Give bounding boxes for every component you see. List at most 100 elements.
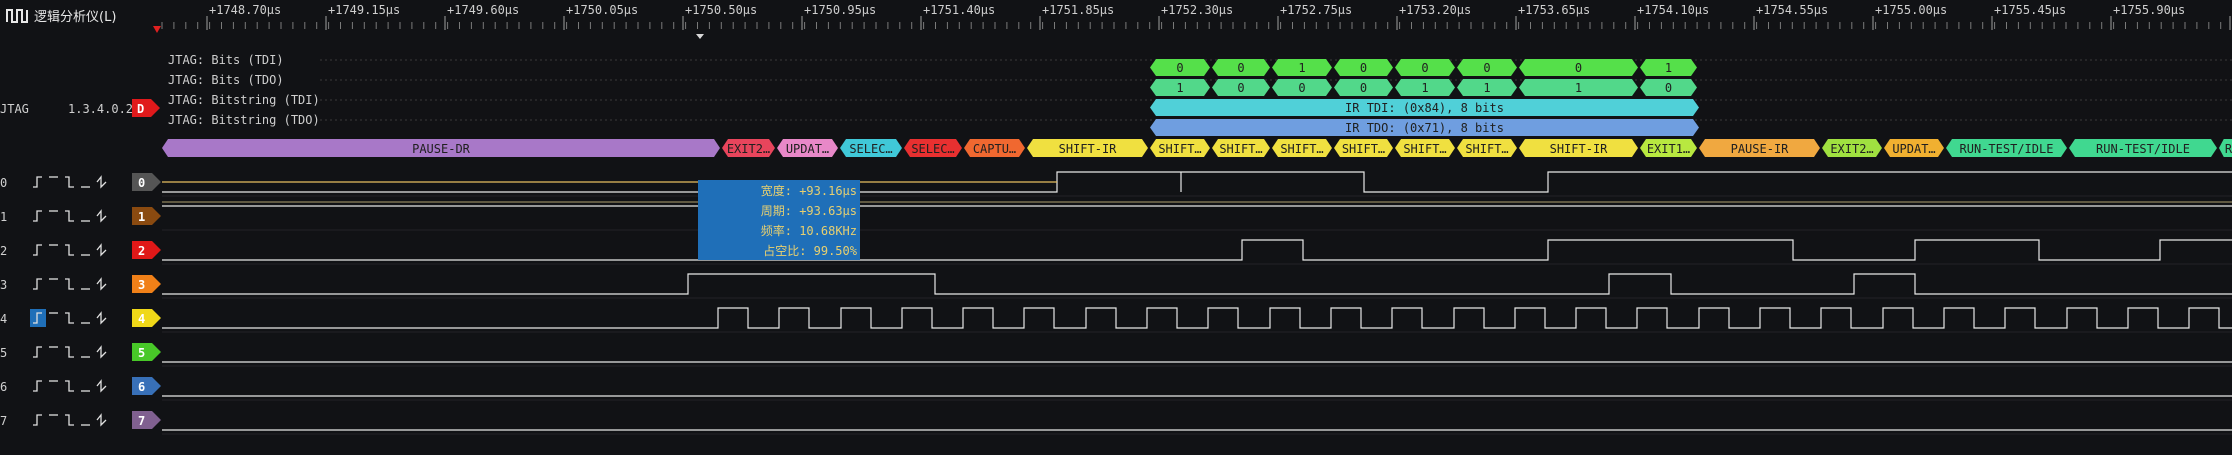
tdi-bit[interactable]: 1: [1640, 59, 1697, 76]
tdo-bit[interactable]: 0: [1640, 79, 1697, 96]
any-edge-icon[interactable]: [96, 311, 107, 325]
jtag-state[interactable]: EXIT1…: [1640, 139, 1697, 157]
jtag-state[interactable]: UPDAT…: [777, 139, 838, 157]
rising-edge-icon[interactable]: [33, 346, 42, 358]
jtag-state[interactable]: PAUSE-DR: [162, 139, 720, 157]
tdi-bit[interactable]: 0: [1334, 59, 1393, 76]
channel-tag[interactable]: [132, 343, 161, 361]
channel-tag[interactable]: [132, 411, 161, 429]
channel-tag-label: 7: [138, 414, 145, 428]
trigger-selector[interactable]: [33, 243, 107, 257]
tdi-bit[interactable]: 0: [1150, 59, 1210, 76]
tdi-bit[interactable]: 0: [1212, 59, 1270, 76]
falling-edge-icon[interactable]: [65, 244, 74, 256]
tdo-bit[interactable]: 1: [1395, 79, 1455, 96]
rising-edge-icon[interactable]: [33, 176, 42, 188]
jtag-state[interactable]: RUN-TEST/IDLE: [2069, 139, 2217, 157]
cursor-marker-icon[interactable]: [153, 26, 161, 33]
channel-index: 2: [0, 244, 7, 258]
channel-tag[interactable]: [132, 309, 161, 327]
channel-2-trace[interactable]: [162, 239, 2232, 261]
rising-edge-icon[interactable]: [33, 278, 42, 290]
jtag-state[interactable]: SHIFT-IR: [1519, 139, 1638, 157]
tdi-bit[interactable]: 0: [1457, 59, 1517, 76]
jtag-state-label: RUN-TEST/IDLE: [2096, 142, 2190, 156]
tdo-bit[interactable]: 0: [1334, 79, 1393, 96]
jtag-decoder-group[interactable]: JTAG 1.3.4.0.2 D JTAG: Bits (TDI) JTAG: Bits…: [0, 53, 2232, 127]
time-ruler[interactable]: +1748.70μs +1749.15μs +1749.60μs +1750.05μs…: [161, 3, 2232, 30]
trigger-selector[interactable]: [33, 345, 107, 359]
channel-tag-label: 6: [138, 380, 145, 394]
falling-edge-icon[interactable]: [65, 176, 74, 188]
falling-edge-icon[interactable]: [65, 312, 74, 324]
channel-index: 7: [0, 414, 7, 428]
any-edge-icon[interactable]: [96, 413, 107, 427]
any-edge-icon[interactable]: [96, 243, 107, 257]
measurement-popup[interactable]: 宽度: +93.16μs 周期: +93.63μs 频率: 10.68KHz 占空比:…: [698, 180, 860, 260]
cursor-marker-icon[interactable]: [696, 34, 704, 39]
jtag-state[interactable]: PAUSE-IR: [1699, 139, 1820, 157]
channel-header-1[interactable]: 11: [0, 207, 2232, 231]
jtag-state[interactable]: EXIT2…: [722, 139, 775, 157]
jtag-state[interactable]: SHIFT…: [1150, 139, 1210, 157]
jtag-state[interactable]: SHIFT…: [1395, 139, 1455, 157]
tdo-bit[interactable]: 0: [1212, 79, 1270, 96]
any-edge-icon[interactable]: [96, 277, 107, 291]
jtag-state[interactable]: SHIFT…: [1457, 139, 1517, 157]
tdo-bit[interactable]: 1: [1150, 79, 1210, 96]
trigger-selector[interactable]: [33, 175, 107, 189]
channel-index: 5: [0, 346, 7, 360]
any-edge-icon[interactable]: [96, 175, 107, 189]
jtag-state-label: SHIFT-IR: [1550, 142, 1609, 156]
channel-tag[interactable]: [132, 377, 161, 395]
jtag-state[interactable]: EXIT2…: [1822, 139, 1882, 157]
trigger-selector[interactable]: [33, 413, 107, 427]
ir-tdi-string[interactable]: IR TDI: (0x84), 8 bits: [1150, 99, 1699, 116]
channel-4-clock-trace[interactable]: [162, 307, 2232, 329]
decoder-address: 1.3.4.0.2: [68, 102, 133, 116]
trigger-selector[interactable]: [30, 309, 107, 327]
rising-edge-icon[interactable]: [33, 380, 42, 392]
falling-edge-icon[interactable]: [65, 380, 74, 392]
jtag-state[interactable]: SELEC…: [840, 139, 902, 157]
channel-tag[interactable]: [132, 275, 161, 293]
channel-tag[interactable]: [132, 241, 161, 259]
trigger-selector[interactable]: [33, 209, 107, 223]
channel-3-trace[interactable]: [162, 273, 2232, 295]
trigger-selector[interactable]: [33, 379, 107, 393]
jtag-state[interactable]: SELEC…: [904, 139, 962, 157]
channel-tag[interactable]: [132, 207, 161, 225]
trigger-selector[interactable]: [33, 277, 107, 291]
tdi-bit[interactable]: 1: [1272, 59, 1332, 76]
any-edge-icon[interactable]: [96, 379, 107, 393]
jtag-state[interactable]: SHIFT-IR: [1027, 139, 1148, 157]
any-edge-icon[interactable]: [96, 209, 107, 223]
falling-edge-icon[interactable]: [65, 278, 74, 290]
tdi-bit[interactable]: 0: [1519, 59, 1638, 76]
jtag-state[interactable]: SHIFT…: [1334, 139, 1393, 157]
jtag-state[interactable]: CAPTU…: [964, 139, 1025, 157]
ruler-label: +1754.10μs: [1637, 3, 1709, 17]
channel-tag[interactable]: [132, 173, 161, 191]
rising-edge-icon[interactable]: [33, 244, 42, 256]
tdi-bit[interactable]: 0: [1395, 59, 1455, 76]
tdo-bit[interactable]: 0: [1272, 79, 1332, 96]
falling-edge-icon[interactable]: [65, 414, 74, 426]
jtag-state-label: SELEC…: [911, 142, 954, 156]
jtag-state-label: SHIFT…: [1342, 142, 1385, 156]
tdo-bit[interactable]: 1: [1457, 79, 1517, 96]
any-edge-icon[interactable]: [96, 345, 107, 359]
jtag-state[interactable]: SHIFT…: [1212, 139, 1270, 157]
rising-edge-icon[interactable]: [33, 414, 42, 426]
jtag-state[interactable]: R: [2219, 139, 2232, 157]
rising-edge-icon[interactable]: [33, 210, 42, 222]
ir-tdo-string[interactable]: IR TDO: (0x71), 8 bits: [1150, 119, 1699, 136]
ir-tdi-string-label: IR TDI: (0x84), 8 bits: [1345, 101, 1504, 115]
jtag-state[interactable]: RUN-TEST/IDLE: [1946, 139, 2067, 157]
waveform-canvas[interactable]: +1748.70μs +1749.15μs +1749.60μs +1750.05μs…: [0, 0, 2232, 455]
jtag-state[interactable]: UPDAT…: [1884, 139, 1944, 157]
falling-edge-icon[interactable]: [65, 210, 74, 222]
falling-edge-icon[interactable]: [65, 346, 74, 358]
jtag-state[interactable]: SHIFT…: [1272, 139, 1332, 157]
tdo-bit[interactable]: 1: [1519, 79, 1638, 96]
